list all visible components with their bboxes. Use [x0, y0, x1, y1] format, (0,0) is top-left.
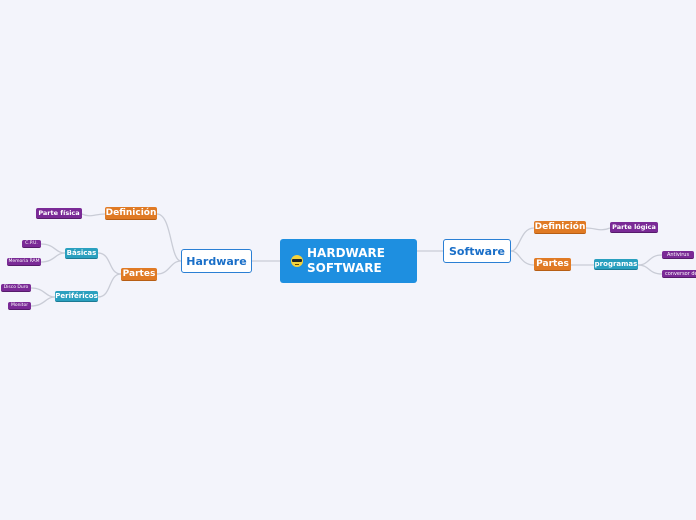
hw-definicion[interactable]: Definición [105, 207, 157, 220]
sunglasses-emoji-icon [291, 255, 303, 267]
hw-disco-duro-label: Disco Duro [3, 285, 29, 290]
sw-definicion-label: Definición [534, 222, 586, 232]
hw-partes[interactable]: Partes [121, 268, 157, 281]
hw-partes-label: Partes [122, 269, 156, 279]
hw-perifericos[interactable]: Periféricos [55, 291, 98, 302]
central-title-line2: SOFTWARE [307, 261, 382, 275]
topic-software-label: Software [449, 244, 505, 258]
central-title-line1: HARDWARE [307, 246, 385, 260]
hw-cpu[interactable]: C.P.U. [22, 240, 41, 248]
hw-parte-fisica[interactable]: Parte física [36, 208, 82, 219]
topic-hardware-label: Hardware [186, 254, 247, 268]
sw-programas-label: programas [594, 260, 638, 268]
hw-memoria-ram-label: Memoria RAM [8, 259, 40, 264]
sw-parte-logica[interactable]: Parte lógica [610, 222, 658, 233]
hw-disco-duro[interactable]: Disco Duro [1, 284, 31, 292]
hw-basicas[interactable]: Básicas [65, 248, 98, 259]
topic-hardware[interactable]: Hardware [181, 249, 252, 273]
central-topic[interactable]: HARDWARE SOFTWARE [280, 239, 417, 283]
hw-cpu-label: C.P.U. [25, 241, 38, 246]
hw-memoria-ram[interactable]: Memoria RAM [7, 258, 41, 266]
sw-partes-label: Partes [536, 259, 569, 269]
hw-monitor-label: Monitor [10, 303, 29, 308]
hw-basicas-label: Básicas [66, 249, 97, 257]
hw-definicion-label: Definición [105, 208, 157, 218]
sw-antivirus-label: Antivirus [666, 251, 690, 258]
sw-parte-logica-label: Parte lógica [612, 223, 656, 231]
hw-perifericos-label: Periféricos [55, 292, 98, 300]
hw-monitor[interactable]: Monitor [8, 302, 31, 310]
sw-programas[interactable]: programas [594, 259, 638, 270]
hw-parte-fisica-label: Parte física [38, 209, 80, 217]
sw-conversor-label: conversor de [665, 270, 696, 277]
sw-partes[interactable]: Partes [534, 258, 571, 271]
sw-conversor[interactable]: conversor de [662, 270, 696, 278]
topic-software[interactable]: Software [443, 239, 511, 263]
sw-definicion[interactable]: Definición [534, 221, 586, 234]
sw-antivirus[interactable]: Antivirus [662, 251, 694, 259]
